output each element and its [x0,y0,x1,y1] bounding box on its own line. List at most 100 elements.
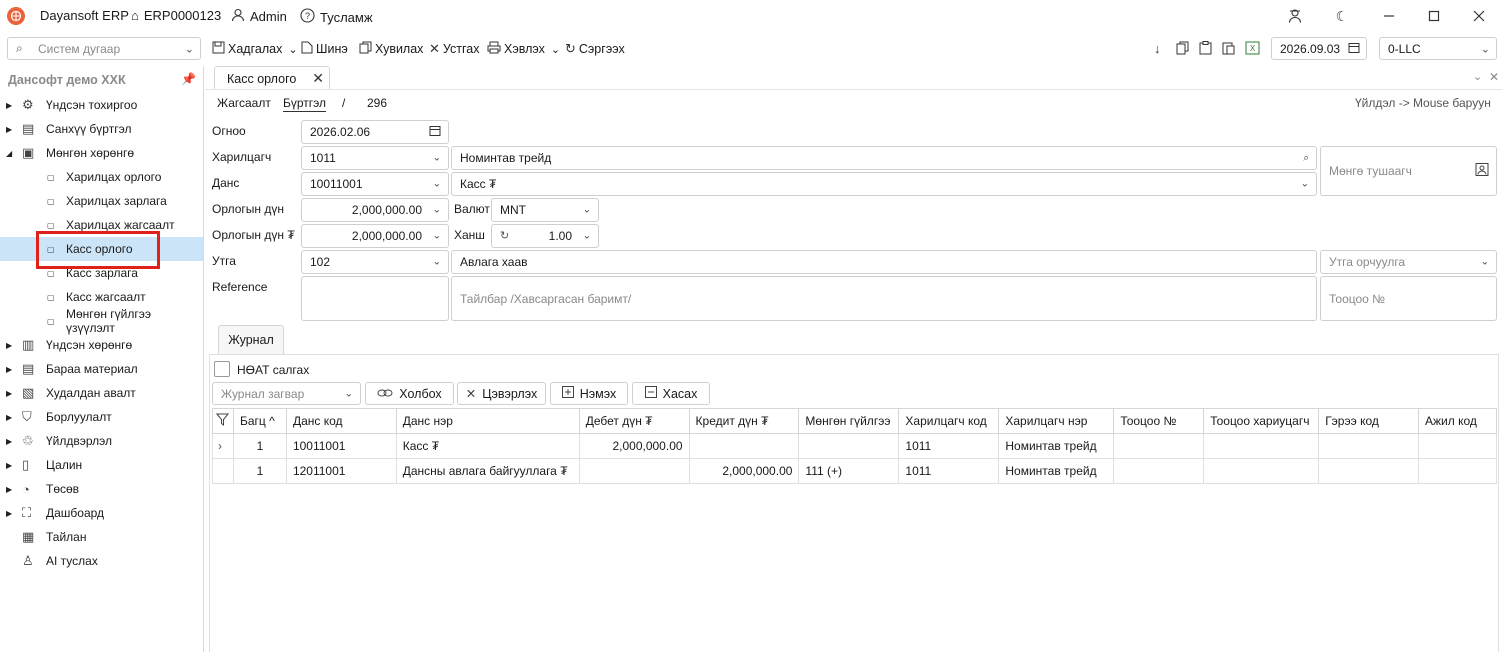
tab-cash-income[interactable]: Касс орлого ✕ [214,66,330,90]
settlement-number-field[interactable]: Тооцоо № [1320,276,1497,321]
breadcrumb-register[interactable]: Бүртгэл [283,96,327,112]
expand-arrow-icon[interactable]: ▶ [6,413,12,422]
cell-settlement-number[interactable] [1113,433,1205,459]
sidebar-item-purchase[interactable]: ▶ ▧ Худалдан авалт [0,381,203,405]
sidebar-item-reports[interactable]: ▦ Тайлан [0,525,203,549]
column-header-settlement-number[interactable]: Тооцоо № [1113,408,1205,434]
cell-partner-code[interactable]: 1011 [898,433,1000,459]
cell-account-name[interactable]: Касс ₮ [395,433,580,459]
pin-icon[interactable]: 📌 [181,72,196,86]
cell-partner-code[interactable]: 1011 [898,458,1000,484]
sidebar-item-ai-assistant[interactable]: ♙ AI туслах [0,549,203,573]
clipboard-icon[interactable] [1199,41,1212,55]
add-row-button[interactable]: Нэмэх [550,382,628,405]
cell-settlement-owner[interactable] [1203,433,1320,459]
expand-arrow-icon[interactable]: ▶ [6,125,12,134]
sidebar-item-inventory[interactable]: ▶ ▤ Бараа материал [0,357,203,381]
working-date-field[interactable]: 2026.09.03 [1271,37,1367,60]
excel-icon[interactable]: X [1245,41,1260,55]
sidebar-item-budget[interactable]: ▶ ◔ Төсөв [0,477,203,501]
expand-arrow-icon[interactable]: ▶ [6,389,12,398]
purpose-text-field[interactable]: Авлага хаав [451,250,1317,274]
column-header-job-code[interactable]: Ажил код [1418,408,1497,434]
currency-select[interactable]: MNT ⌄ [491,198,599,222]
cell-job-code[interactable] [1418,433,1497,459]
sidebar-item-sales[interactable]: ▶ ⛉ Борлуулалт [0,405,203,429]
amount-field[interactable]: 2,000,000.00 ⌄ [301,198,449,222]
cell-credit[interactable] [688,433,800,459]
cell-settlement-number[interactable] [1113,458,1205,484]
copy-doc-icon[interactable] [1176,41,1189,55]
cell-settlement-owner[interactable] [1203,458,1320,484]
partner-name-field[interactable]: Номинтав трейд ⌕ [451,146,1317,170]
sidebar-item-cashflow-indicator[interactable]: ▢ Мөнгөн гүйлгээ үзүүлэлт [0,307,203,335]
sidebar-item-payroll[interactable]: ▶ ▯ Цалин [0,453,203,477]
sidebar-item-cash-list[interactable]: ▢ Касс жагсаалт [0,285,203,309]
theme-moon-icon[interactable]: ☾ [1332,6,1352,26]
cell-batch[interactable]: 1 [232,458,287,484]
reference-field[interactable] [301,276,449,321]
chevron-down-icon[interactable]: ⌄ [1473,70,1482,83]
cell-account-code[interactable]: 12011001 [285,458,397,484]
minimize-button[interactable] [1379,6,1399,26]
search-icon[interactable]: ⌕ [1303,153,1309,164]
remove-row-button[interactable]: Хасах [632,382,710,405]
cell-partner-name[interactable]: Номинтав трейд [998,458,1115,484]
tab-journal[interactable]: Журнал [218,325,284,354]
help-menu[interactable]: ? Тусламж [300,8,373,26]
expand-arrow-icon[interactable]: ▶ [6,101,12,110]
sidebar-item-finance[interactable]: ▶ ▤ Санхүү бүртгэл [0,117,203,141]
new-button[interactable]: Шинэ [301,41,348,57]
cell-account-name[interactable]: Дансны авлага байгууллага ₮ [395,458,580,484]
expand-arrow-icon[interactable]: ▶ [6,341,12,350]
save-button[interactable]: Хадгалах ⌄ [212,41,298,57]
account-name-field[interactable]: Касс ₮ ⌄ [451,172,1317,196]
user-menu[interactable]: Admin [231,8,287,25]
cell-job-code[interactable] [1418,458,1497,484]
rate-field[interactable]: ↻ 1.00 ⌄ [491,224,599,248]
calendar-icon[interactable] [429,125,441,140]
person-card-icon[interactable] [1475,163,1489,180]
collapse-arrow-icon[interactable]: ◢ [6,149,12,158]
column-header-settlement-owner[interactable]: Тооцоо хариуцагч [1203,408,1320,434]
sidebar-item-bank-expense[interactable]: ▢ Харилцах зарлага [0,189,203,213]
print-button[interactable]: Хэвлэх ⌄ [487,41,560,57]
calendar-icon[interactable] [1348,41,1360,56]
column-header-batch[interactable]: Багц ^ [232,408,287,434]
maximize-button[interactable] [1424,6,1444,26]
refresh-icon[interactable]: ↻ [500,229,509,242]
column-header-cashflow[interactable]: Мөнгөн гүйлгээ [798,408,900,434]
close-icon[interactable]: ✕ [312,70,324,87]
column-header-account-code[interactable]: Данс код [285,408,397,434]
refresh-button[interactable]: ↻ Сэргээх [565,41,625,57]
column-header-debit[interactable]: Дебет дүн ₮ [578,408,690,434]
cell-partner-name[interactable]: Номинтав трейд [998,433,1115,459]
expand-arrow-icon[interactable]: ▶ [6,509,12,518]
cell-credit[interactable]: 2,000,000.00 [688,458,800,484]
date-field[interactable]: 2026.02.06 [301,120,449,144]
link-button[interactable]: Холбох [365,382,454,405]
cell-cashflow[interactable] [798,433,900,459]
note-field[interactable]: Тайлбар /Хавсаргасан баримт/ [451,276,1317,321]
account-code-field[interactable]: 10011001 ⌄ [301,172,449,196]
database-selector[interactable]: ⌂ ERP0000123 [131,8,221,23]
sidebar-item-fixed-assets[interactable]: ▶ ▥ Үндсэн хөрөнгө [0,333,203,357]
cell-contract-code[interactable] [1318,433,1420,459]
expand-arrow-icon[interactable]: ▶ [6,437,12,446]
amount-mnt-field[interactable]: 2,000,000.00 ⌄ [301,224,449,248]
expand-arrow-icon[interactable]: ▶ [6,485,12,494]
clear-button[interactable]: ✕ Цэвэрлэх [457,382,546,405]
system-number-search[interactable]: ⌕ Систем дугаар ⌄ [7,37,201,60]
table-row[interactable]: 1 12011001 Дансны авлага байгууллага ₮ 2… [212,458,1497,484]
column-header-partner-name[interactable]: Харилцагч нэр [998,408,1115,434]
sidebar-item-basic-settings[interactable]: ▶ ⚙ Үндсэн тохиргоо [0,93,203,117]
cell-batch[interactable]: 1 [232,433,287,459]
sidebar-item-bank-income[interactable]: ▢ Харилцах орлого [0,165,203,189]
close-all-icon[interactable]: ✕ [1489,70,1499,84]
cell-contract-code[interactable] [1318,458,1420,484]
vat-checkbox[interactable] [214,361,230,377]
column-header-contract-code[interactable]: Гэрээ код [1318,408,1420,434]
column-header-account-name[interactable]: Данс нэр [395,408,580,434]
purpose-translate-select[interactable]: Утга орчуулга ⌄ [1320,250,1497,274]
sidebar-item-dashboard[interactable]: ▶ ⛶ Дашбоард [0,501,203,525]
